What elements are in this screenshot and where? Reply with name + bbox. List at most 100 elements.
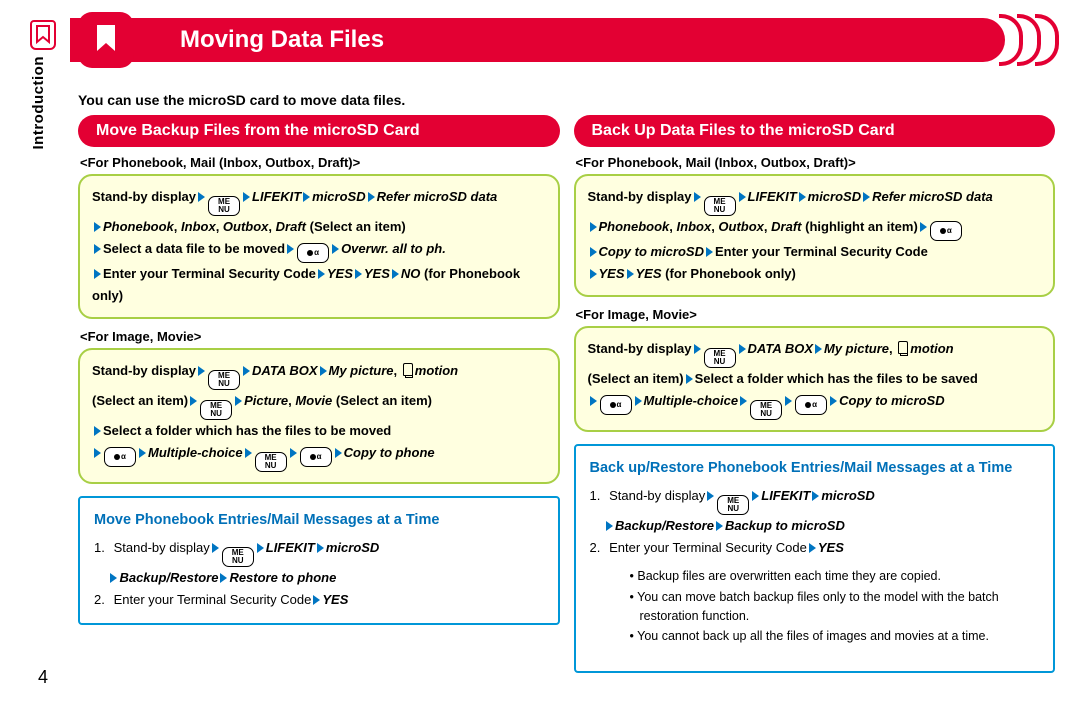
- text: Copy to microSD: [599, 244, 704, 259]
- ir-key-icon: α: [104, 447, 136, 467]
- text: Inbox: [677, 219, 712, 234]
- menu-key-icon: ME NU: [200, 400, 232, 420]
- arrow-icon: [212, 543, 219, 553]
- motion-icon: [403, 363, 413, 376]
- arrow-icon: [94, 426, 101, 436]
- sub-heading: <For Phonebook, Mail (Inbox, Outbox, Dra…: [576, 155, 1056, 170]
- text: Enter your Terminal Security Code: [715, 244, 928, 259]
- arrow-icon: [590, 269, 597, 279]
- sub-heading: <For Image, Movie>: [80, 329, 560, 344]
- info-box: Back up/Restore Phonebook Entries/Mail M…: [574, 444, 1056, 672]
- text: YES: [327, 266, 353, 281]
- instruction-box: Stand-by displayME NUDATA BOXMy picture,…: [574, 326, 1056, 432]
- menu-key-icon: ME NU: [717, 495, 749, 515]
- arrow-icon: [243, 192, 250, 202]
- arrow-icon: [335, 448, 342, 458]
- menu-key-icon: ME NU: [704, 348, 736, 368]
- text: Select a data file to be moved: [103, 241, 285, 256]
- arrow-icon: [257, 543, 264, 553]
- text: microSD: [312, 189, 365, 204]
- arrow-icon: [368, 192, 375, 202]
- text: YES: [599, 266, 625, 281]
- text: DATA BOX: [252, 363, 317, 378]
- text: LIFEKIT: [761, 488, 810, 503]
- text: microSD: [821, 488, 874, 503]
- page-number: 4: [38, 667, 48, 688]
- text: microSD: [326, 540, 379, 555]
- arrow-icon: [739, 192, 746, 202]
- step: 1. Stand-by displayME NULIFEKITmicroSD B…: [94, 537, 544, 589]
- arrow-icon: [694, 344, 701, 354]
- text: Stand-by display: [588, 189, 692, 204]
- text: Inbox: [181, 219, 216, 234]
- text: (Select an item): [310, 219, 406, 234]
- section-title: Back Up Data Files to the microSD Card: [574, 115, 1056, 147]
- menu-key-icon: ME NU: [208, 196, 240, 216]
- text: LIFEKIT: [748, 189, 797, 204]
- text: YES: [636, 266, 662, 281]
- text: microSD: [808, 189, 861, 204]
- menu-key-icon: ME NU: [208, 370, 240, 390]
- text: Backup/Restore: [615, 518, 714, 533]
- arrow-icon: [739, 344, 746, 354]
- text: Stand-by display: [609, 488, 705, 503]
- header-decoration: [1005, 10, 1075, 70]
- text: Select a folder which has the files to b…: [695, 371, 978, 386]
- info-box-title: Move Phonebook Entries/Mail Messages at …: [94, 508, 544, 533]
- text: Multiple-choice: [644, 393, 739, 408]
- text: Overwr. all to ph.: [341, 241, 446, 256]
- arrow-icon: [863, 192, 870, 202]
- sidebar-label: Introduction: [30, 56, 47, 149]
- arrow-icon: [245, 448, 252, 458]
- header-bar: Moving Data Files: [70, 18, 1005, 62]
- text: Outbox: [223, 219, 269, 234]
- arrow-icon: [830, 396, 837, 406]
- text: LIFEKIT: [252, 189, 301, 204]
- intro-text: You can use the microSD card to move dat…: [78, 92, 405, 108]
- text: (highlight an item): [805, 219, 918, 234]
- text: Stand-by display: [114, 540, 210, 555]
- text: Picture: [244, 393, 288, 408]
- note: You cannot back up all the files of imag…: [630, 627, 1040, 646]
- arrow-icon: [716, 521, 723, 531]
- text: motion: [415, 363, 458, 378]
- bookmark-icon: [78, 12, 134, 68]
- text: YES: [818, 540, 844, 555]
- arrow-icon: [355, 269, 362, 279]
- arrow-icon: [812, 491, 819, 501]
- sub-heading: <For Image, Movie>: [576, 307, 1056, 322]
- arrow-icon: [220, 573, 227, 583]
- arrow-icon: [627, 269, 634, 279]
- info-box: Move Phonebook Entries/Mail Messages at …: [78, 496, 560, 625]
- text: Stand-by display: [588, 341, 692, 356]
- arrow-icon: [332, 244, 339, 254]
- text: (for Phonebook only): [665, 266, 796, 281]
- page-title: Moving Data Files: [180, 26, 384, 54]
- text: Stand-by display: [92, 363, 196, 378]
- arrow-icon: [635, 396, 642, 406]
- arrow-icon: [317, 543, 324, 553]
- text: Phonebook: [599, 219, 670, 234]
- ir-key-icon: α: [600, 395, 632, 415]
- arrow-icon: [313, 595, 320, 605]
- text: Enter your Terminal Security Code: [103, 266, 316, 281]
- instruction-box: Stand-by displayME NULIFEKITmicroSDRefer…: [78, 174, 560, 319]
- sub-heading: <For Phonebook, Mail (Inbox, Outbox, Dra…: [80, 155, 560, 170]
- section-title: Move Backup Files from the microSD Card: [78, 115, 560, 147]
- arrow-icon: [235, 396, 242, 406]
- text: Draft: [771, 219, 801, 234]
- text: My picture: [824, 341, 889, 356]
- ir-key-icon: α: [795, 395, 827, 415]
- arrow-icon: [94, 269, 101, 279]
- text: Draft: [276, 219, 306, 234]
- arrow-icon: [799, 192, 806, 202]
- arrow-icon: [590, 222, 597, 232]
- text: Restore to phone: [229, 570, 336, 585]
- arrow-icon: [785, 396, 792, 406]
- left-column: Move Backup Files from the microSD Card …: [78, 115, 560, 673]
- info-box-title: Back up/Restore Phonebook Entries/Mail M…: [590, 456, 1040, 481]
- arrow-icon: [590, 247, 597, 257]
- text: Enter your Terminal Security Code: [609, 540, 807, 555]
- arrow-icon: [706, 247, 713, 257]
- menu-key-icon: ME NU: [750, 400, 782, 420]
